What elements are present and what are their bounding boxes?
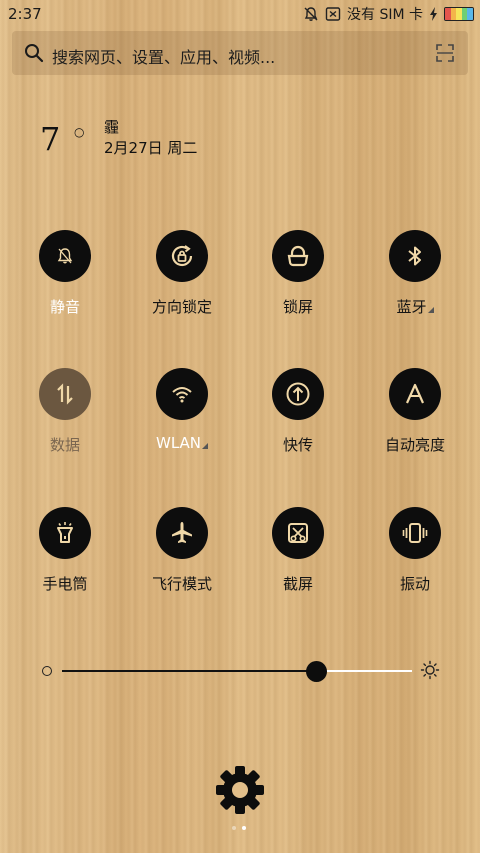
page-indicator — [232, 826, 246, 830]
airplane-icon — [172, 522, 192, 543]
toggle-vibrate-button[interactable] — [389, 507, 441, 559]
upload-icon — [286, 382, 310, 406]
toggle-wlan[interactable]: WLAN — [132, 368, 232, 468]
toggle-flashlight-button[interactable] — [39, 507, 91, 559]
degree-symbol: ○ — [74, 125, 85, 139]
weather-condition: 霾 — [104, 118, 120, 136]
toggle-mute[interactable]: 静音 — [15, 230, 115, 330]
toggle-label: WLAN — [132, 434, 232, 452]
toggle-bluetooth-button[interactable] — [389, 230, 441, 282]
battery-icon — [444, 7, 474, 21]
rotation-lock-icon — [171, 245, 193, 267]
weather-date: 2月27日 周二 — [104, 139, 198, 157]
toggle-wlan-button[interactable] — [156, 368, 208, 420]
brightness-track-empty[interactable] — [316, 670, 412, 672]
toggle-label: 自动亮度 — [384, 436, 445, 454]
toggle-label: 静音 — [49, 298, 80, 316]
no-sim-icon — [325, 7, 341, 21]
search-icon — [25, 44, 44, 63]
toggle-label: 数据 — [49, 436, 80, 454]
toggle-data[interactable]: 数据 — [15, 368, 115, 468]
status-bar: 2:37 没有 SIM 卡 — [0, 0, 480, 28]
charging-icon — [430, 7, 437, 21]
lock-icon — [287, 245, 309, 267]
toggle-auto-brightness[interactable]: 自动亮度 — [365, 368, 465, 468]
bluetooth-icon — [408, 246, 421, 266]
toggle-auto-brightness-button[interactable] — [389, 368, 441, 420]
brightness-track-filled[interactable] — [62, 670, 316, 672]
vibrate-icon — [402, 523, 428, 543]
page-dot — [232, 826, 236, 830]
toggle-label: 飞行模式 — [151, 575, 212, 593]
data-transfer-icon — [57, 383, 73, 405]
status-icons: 没有 SIM 卡 — [303, 4, 474, 24]
toggle-flashlight[interactable]: 手电筒 — [15, 507, 115, 607]
auto-brightness-icon — [405, 383, 425, 404]
toggle-label: 方向锁定 — [151, 298, 212, 316]
toggle-airplane[interactable]: 飞行模式 — [132, 507, 232, 607]
brightness-thumb[interactable] — [306, 661, 327, 682]
screenshot-icon — [288, 523, 308, 543]
expand-indicator-icon — [202, 443, 208, 449]
toggle-lock-screen[interactable]: 锁屏 — [248, 230, 348, 330]
brightness-low-icon — [42, 666, 52, 676]
flashlight-icon — [57, 522, 73, 543]
settings-gear-icon[interactable] — [214, 764, 266, 816]
toggle-rotation-lock[interactable]: 方向锁定 — [132, 230, 232, 330]
status-time: 2:37 — [8, 5, 42, 23]
page-dot-active — [242, 826, 246, 830]
sim-status-text: 没有 SIM 卡 — [347, 7, 423, 23]
toggle-quick-send-button[interactable] — [272, 368, 324, 420]
toggle-quick-send[interactable]: 快传 — [248, 368, 348, 468]
toggle-rotation-lock-button[interactable] — [156, 230, 208, 282]
search-bar[interactable]: 搜索网页、设置、应用、视频... — [12, 31, 468, 75]
search-input[interactable]: 搜索网页、设置、应用、视频... — [52, 44, 275, 68]
temperature: 7 — [40, 120, 61, 158]
toggle-vibrate[interactable]: 振动 — [365, 507, 465, 607]
bell-off-icon — [304, 7, 318, 21]
toggle-data-button[interactable] — [39, 368, 91, 420]
toggle-lock-screen-button[interactable] — [272, 230, 324, 282]
toggle-label: 快传 — [282, 436, 313, 454]
brightness-high-icon — [420, 660, 440, 680]
toggle-airplane-button[interactable] — [156, 507, 208, 559]
scan-icon[interactable] — [436, 44, 454, 62]
toggle-label: 锁屏 — [282, 298, 313, 316]
expand-indicator-icon — [427, 307, 434, 313]
toggle-label: 振动 — [399, 575, 430, 593]
wifi-icon — [172, 387, 192, 403]
toggle-label: 截屏 — [282, 575, 313, 593]
toggle-label: 蓝牙 — [365, 296, 465, 317]
toggle-label: 手电筒 — [42, 575, 88, 593]
toggle-screenshot-button[interactable] — [272, 507, 324, 559]
toggle-mute-button[interactable] — [39, 230, 91, 282]
toggle-screenshot[interactable]: 截屏 — [248, 507, 348, 607]
bell-off-icon — [57, 248, 73, 264]
toggle-bluetooth[interactable]: 蓝牙 — [365, 230, 465, 330]
